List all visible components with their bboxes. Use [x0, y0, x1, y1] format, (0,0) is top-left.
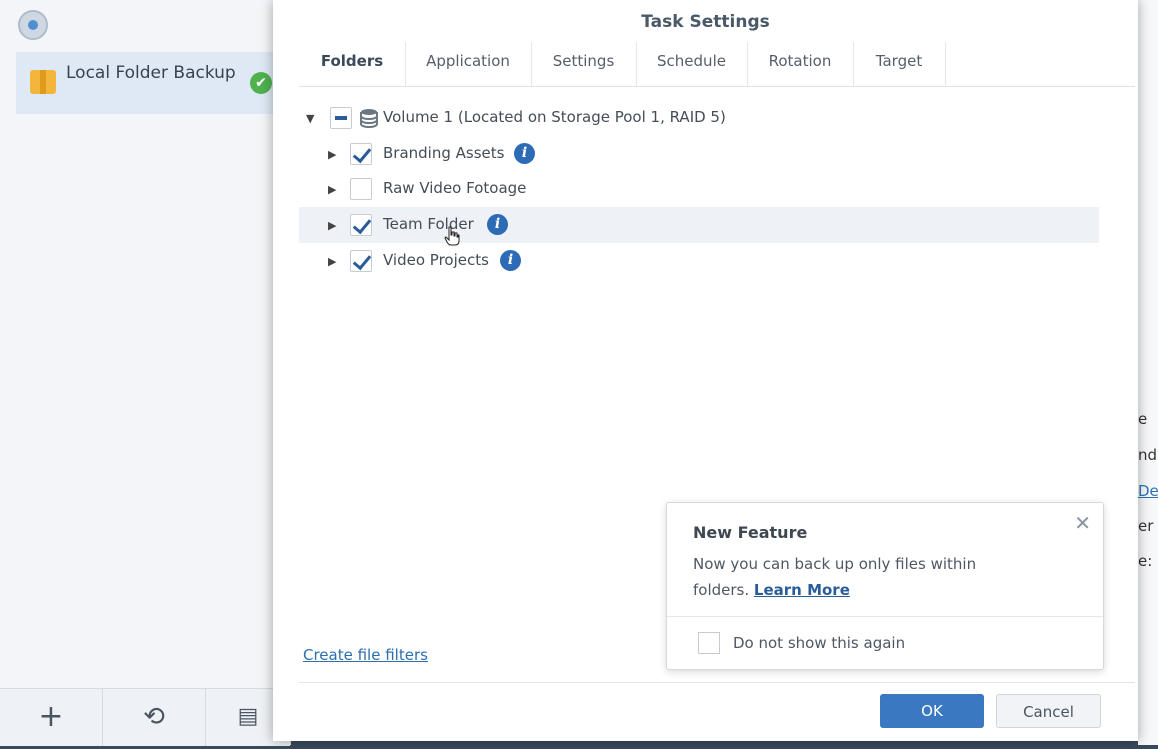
folder-label: Video Projects — [383, 251, 489, 269]
task-settings-dialog: Task Settings Folders Application Settin… — [273, 0, 1138, 741]
bg-text-fragment: e — [1138, 410, 1148, 428]
volume-label: Volume 1 (Located on Storage Pool 1, RAI… — [383, 108, 726, 126]
learn-more-link[interactable]: Learn More — [754, 581, 850, 599]
app-logo-icon — [18, 10, 48, 40]
folder-label: Branding Assets — [383, 144, 505, 162]
do-not-show-label[interactable]: Do not show this again — [733, 634, 905, 652]
folder-checkbox[interactable] — [350, 250, 372, 272]
do-not-show-checkbox[interactable] — [698, 632, 720, 654]
tree-item-video-projects[interactable]: ▶ Video Projects i — [299, 243, 1099, 279]
bg-text-fragment: e: — [1138, 552, 1153, 570]
task-toolbar: + ⟲ ▤ — [0, 688, 290, 746]
backup-package-icon — [30, 70, 56, 94]
folder-checkbox[interactable] — [350, 214, 372, 236]
dialog-title: Task Settings — [641, 12, 770, 32]
task-list-pane: Local Folder Backup ✔ + ⟲ ▤ — [0, 0, 291, 746]
bg-text-fragment: er — [1138, 517, 1154, 535]
expand-right-icon[interactable]: ▶ — [328, 148, 336, 161]
new-feature-popup: ✕ New Feature Now you can back up only f… — [666, 502, 1104, 670]
desktop: Local Folder Backup ✔ + ⟲ ▤ e ndi De er … — [0, 0, 1158, 749]
tab-rotation[interactable]: Rotation — [747, 42, 854, 86]
tab-bar: Folders Application Settings Schedule Ro… — [299, 42, 1135, 87]
popup-divider — [667, 616, 1103, 617]
create-file-filters-link[interactable]: Create file filters — [303, 646, 428, 664]
volume-checkbox[interactable] — [330, 107, 352, 129]
bg-text-fragment: ndi — [1138, 446, 1158, 464]
folder-checkbox[interactable] — [350, 178, 372, 200]
task-label: Local Folder Backup — [66, 63, 236, 83]
expand-right-icon[interactable]: ▶ — [328, 183, 336, 196]
tab-application[interactable]: Application — [405, 42, 532, 86]
tab-schedule[interactable]: Schedule — [636, 42, 748, 86]
info-icon[interactable]: i — [514, 143, 535, 164]
tree-item-raw-video-fotoage[interactable]: ▶ Raw Video Fotoage — [299, 171, 1099, 207]
expand-right-icon[interactable]: ▶ — [328, 255, 336, 268]
ok-button[interactable]: OK — [880, 694, 984, 728]
success-check-icon: ✔ — [250, 72, 272, 94]
tab-folders[interactable]: Folders — [299, 42, 406, 86]
task-item-local-folder-backup[interactable]: Local Folder Backup ✔ — [16, 52, 290, 114]
tree-root-volume[interactable]: ▼ Volume 1 (Located on Storage Pool 1, R… — [299, 100, 1099, 136]
bg-link-fragment[interactable]: De — [1138, 482, 1158, 500]
expand-right-icon[interactable]: ▶ — [328, 219, 336, 232]
folder-label: Team Folder — [383, 215, 474, 233]
cancel-button[interactable]: Cancel — [996, 694, 1101, 728]
details-pane — [1138, 0, 1158, 745]
footer-divider — [299, 682, 1135, 683]
expand-down-icon[interactable]: ▼ — [306, 112, 314, 125]
history-icon[interactable]: ⟲ — [103, 689, 206, 746]
folder-label: Raw Video Fotoage — [383, 179, 527, 197]
add-icon[interactable]: + — [0, 689, 103, 746]
tab-settings[interactable]: Settings — [531, 42, 637, 86]
popup-title: New Feature — [693, 523, 808, 542]
info-icon[interactable]: i — [500, 250, 521, 271]
database-icon — [360, 109, 378, 128]
hand-cursor-icon — [444, 226, 460, 246]
info-icon[interactable]: i — [487, 214, 508, 235]
close-icon[interactable]: ✕ — [1074, 511, 1091, 535]
popup-message: Now you can back up only files within fo… — [693, 551, 1023, 603]
tree-item-branding-assets[interactable]: ▶ Branding Assets i — [299, 136, 1099, 172]
tree-item-team-folder[interactable]: ▶ Team Folder i — [299, 207, 1099, 243]
folder-checkbox[interactable] — [350, 143, 372, 165]
tab-target[interactable]: Target — [853, 42, 946, 86]
